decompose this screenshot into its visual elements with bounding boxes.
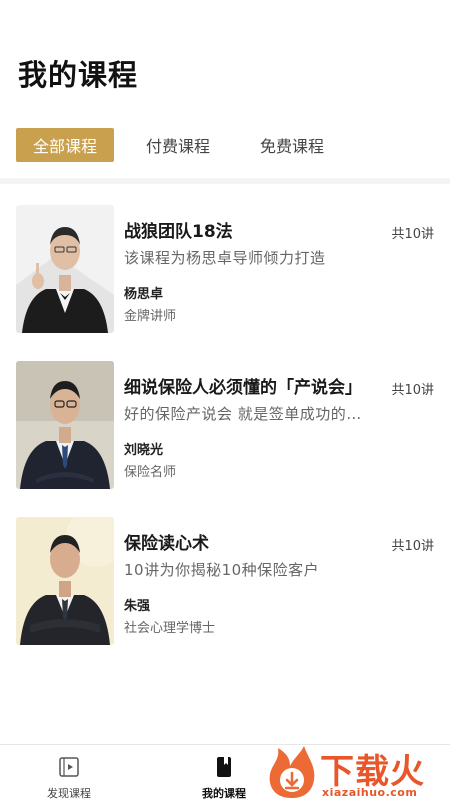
course-item[interactable]: 战狼团队18法 共10讲 该课程为杨思卓导师倾力打造 杨思卓 金牌讲师 — [0, 205, 450, 361]
course-thumbnail — [16, 361, 114, 489]
tab-free-courses[interactable]: 免费课程 — [260, 128, 324, 162]
teacher-title: 保险名师 — [124, 465, 177, 480]
course-item[interactable]: 细说保险人必须懂的「产说会」 共10讲 好的保险产说会 就是签单成功的… 刘晓光… — [0, 361, 450, 517]
watermark-logo: 下载火 xiazaihuo.com — [262, 742, 450, 800]
tab-paid-courses[interactable]: 付费课程 — [146, 128, 210, 162]
course-thumbnail — [16, 517, 114, 645]
course-thumbnail — [16, 205, 114, 333]
book-icon — [212, 755, 236, 779]
course-item[interactable]: 保险读心术 共10讲 10讲为你揭秘10种保险客户 朱强 社会心理学博士 — [0, 517, 450, 673]
teacher-name: 朱强 — [124, 599, 151, 614]
flame-logo-icon — [269, 746, 315, 798]
lesson-count: 共10讲 — [391, 227, 434, 242]
course-title: 保险读心术 — [124, 534, 209, 554]
course-description: 10讲为你揭秘10种保险客户 — [124, 561, 320, 579]
course-description: 好的保险产说会 就是签单成功的… — [124, 405, 362, 423]
course-filter-tabs: 全部课程 付费课程 免费课程 — [16, 128, 324, 162]
page-title: 我的课程 — [18, 58, 139, 92]
play-video-icon — [57, 755, 81, 779]
nav-discover-courses[interactable]: 发现课程 — [29, 745, 109, 800]
lesson-count: 共10讲 — [391, 383, 434, 398]
teacher-title: 金牌讲师 — [124, 309, 177, 324]
course-list: 战狼团队18法 共10讲 该课程为杨思卓导师倾力打造 杨思卓 金牌讲师 细说保险… — [0, 205, 450, 673]
teacher-title: 社会心理学博士 — [124, 621, 216, 636]
nav-label: 发现课程 — [47, 787, 91, 800]
course-title: 细说保险人必须懂的「产说会」 — [124, 378, 362, 398]
tab-all-courses[interactable]: 全部课程 — [16, 128, 114, 162]
nav-label: 我的课程 — [202, 787, 246, 800]
course-description: 该课程为杨思卓导师倾力打造 — [124, 249, 326, 267]
lesson-count: 共10讲 — [391, 539, 434, 554]
section-divider — [0, 178, 450, 184]
course-title: 战狼团队18法 — [124, 222, 233, 242]
nav-my-courses[interactable]: 我的课程 — [184, 745, 264, 800]
teacher-name: 刘晓光 — [124, 443, 164, 458]
teacher-name: 杨思卓 — [124, 287, 164, 302]
watermark-url: xiazaihuo.com — [322, 786, 418, 799]
